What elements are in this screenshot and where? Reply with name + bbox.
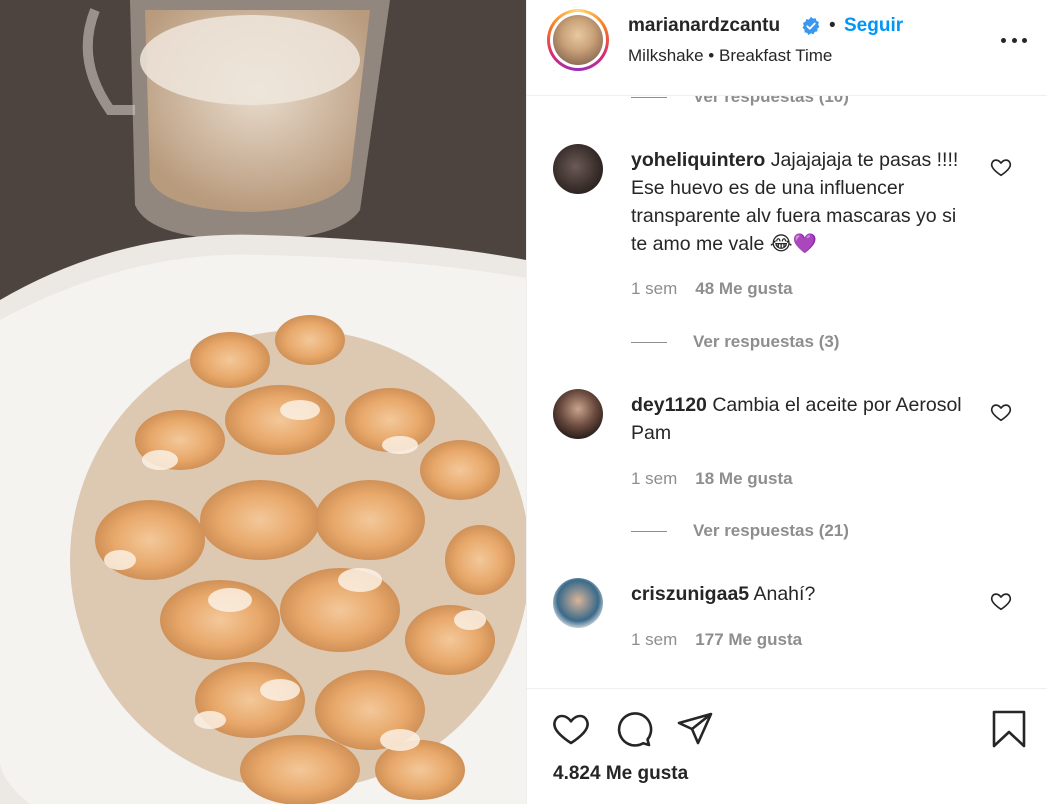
replies-divider [631,530,667,532]
comment-time[interactable]: 1 sem [631,279,677,299]
more-options-icon[interactable] [1001,27,1027,53]
comment-text: Anahí? [753,583,816,605]
bookmark-icon[interactable] [989,709,1029,749]
replies-divider [631,341,667,343]
comment-body: criszunigaa5 Anahí? [631,580,971,608]
author-avatar[interactable] [547,9,609,71]
comment-username[interactable]: criszunigaa5 [631,583,749,605]
author-avatar-image [553,15,603,65]
view-replies-button[interactable]: Ver respuestas (3) [631,332,839,352]
like-heart-icon[interactable] [551,709,591,749]
follow-button[interactable]: Seguir [844,15,903,37]
breakfast-photo-illustration [0,0,526,804]
author-username[interactable]: marianardzcantu [628,15,780,37]
heart-icon[interactable] [990,590,1012,612]
comment-username[interactable]: yoheliquintero [631,149,765,171]
comments-list[interactable]: Ver respuestas (10) yoheliquintero Jajaj… [527,96,1047,688]
post-side-panel: marianardzcantu • Seguir Milkshake • Bre… [526,0,1047,804]
share-icon[interactable] [675,709,715,749]
comment-meta: 1 sem 177 Me gusta [631,630,802,650]
post-likes-count[interactable]: 4.824 Me gusta [553,763,688,785]
comment-meta: 1 sem 18 Me gusta [631,469,793,489]
view-replies-label: Ver respuestas (10) [693,96,849,106]
comment-likes[interactable]: 48 Me gusta [695,279,792,299]
heart-icon[interactable] [990,401,1012,423]
comment-body: dey1120 Cambia el aceite por Aerosol Pam [631,391,971,447]
comment-likes[interactable]: 18 Me gusta [695,469,792,489]
view-replies-label: Ver respuestas (21) [693,521,849,540]
post-actions-bar: 4.824 Me gusta [527,688,1047,804]
comment-icon[interactable] [613,709,653,749]
comment-username[interactable]: dey1120 [631,394,707,416]
comment-avatar[interactable] [553,389,603,439]
post-photo[interactable] [0,0,526,804]
post-header: marianardzcantu • Seguir Milkshake • Bre… [527,0,1047,96]
view-replies-label: Ver respuestas (3) [693,332,840,351]
header-separator: • [829,15,836,36]
comment-avatar[interactable] [553,578,603,628]
verified-badge-icon [802,16,820,36]
replies-divider [631,96,667,98]
view-replies-button[interactable]: Ver respuestas (21) [631,521,849,541]
comment-avatar[interactable] [553,144,603,194]
post-location[interactable]: Milkshake • Breakfast Time [628,46,832,66]
heart-icon[interactable] [990,156,1012,178]
comment-time[interactable]: 1 sem [631,630,677,650]
comment-meta: 1 sem 48 Me gusta [631,279,793,299]
view-replies-button[interactable]: Ver respuestas (10) [631,96,849,107]
instagram-post-view: marianardzcantu • Seguir Milkshake • Bre… [0,0,1047,804]
comment-body: yoheliquintero Jajajajaja te pasas !!!! … [631,146,971,258]
comment-likes[interactable]: 177 Me gusta [695,630,802,650]
comment-time[interactable]: 1 sem [631,469,677,489]
